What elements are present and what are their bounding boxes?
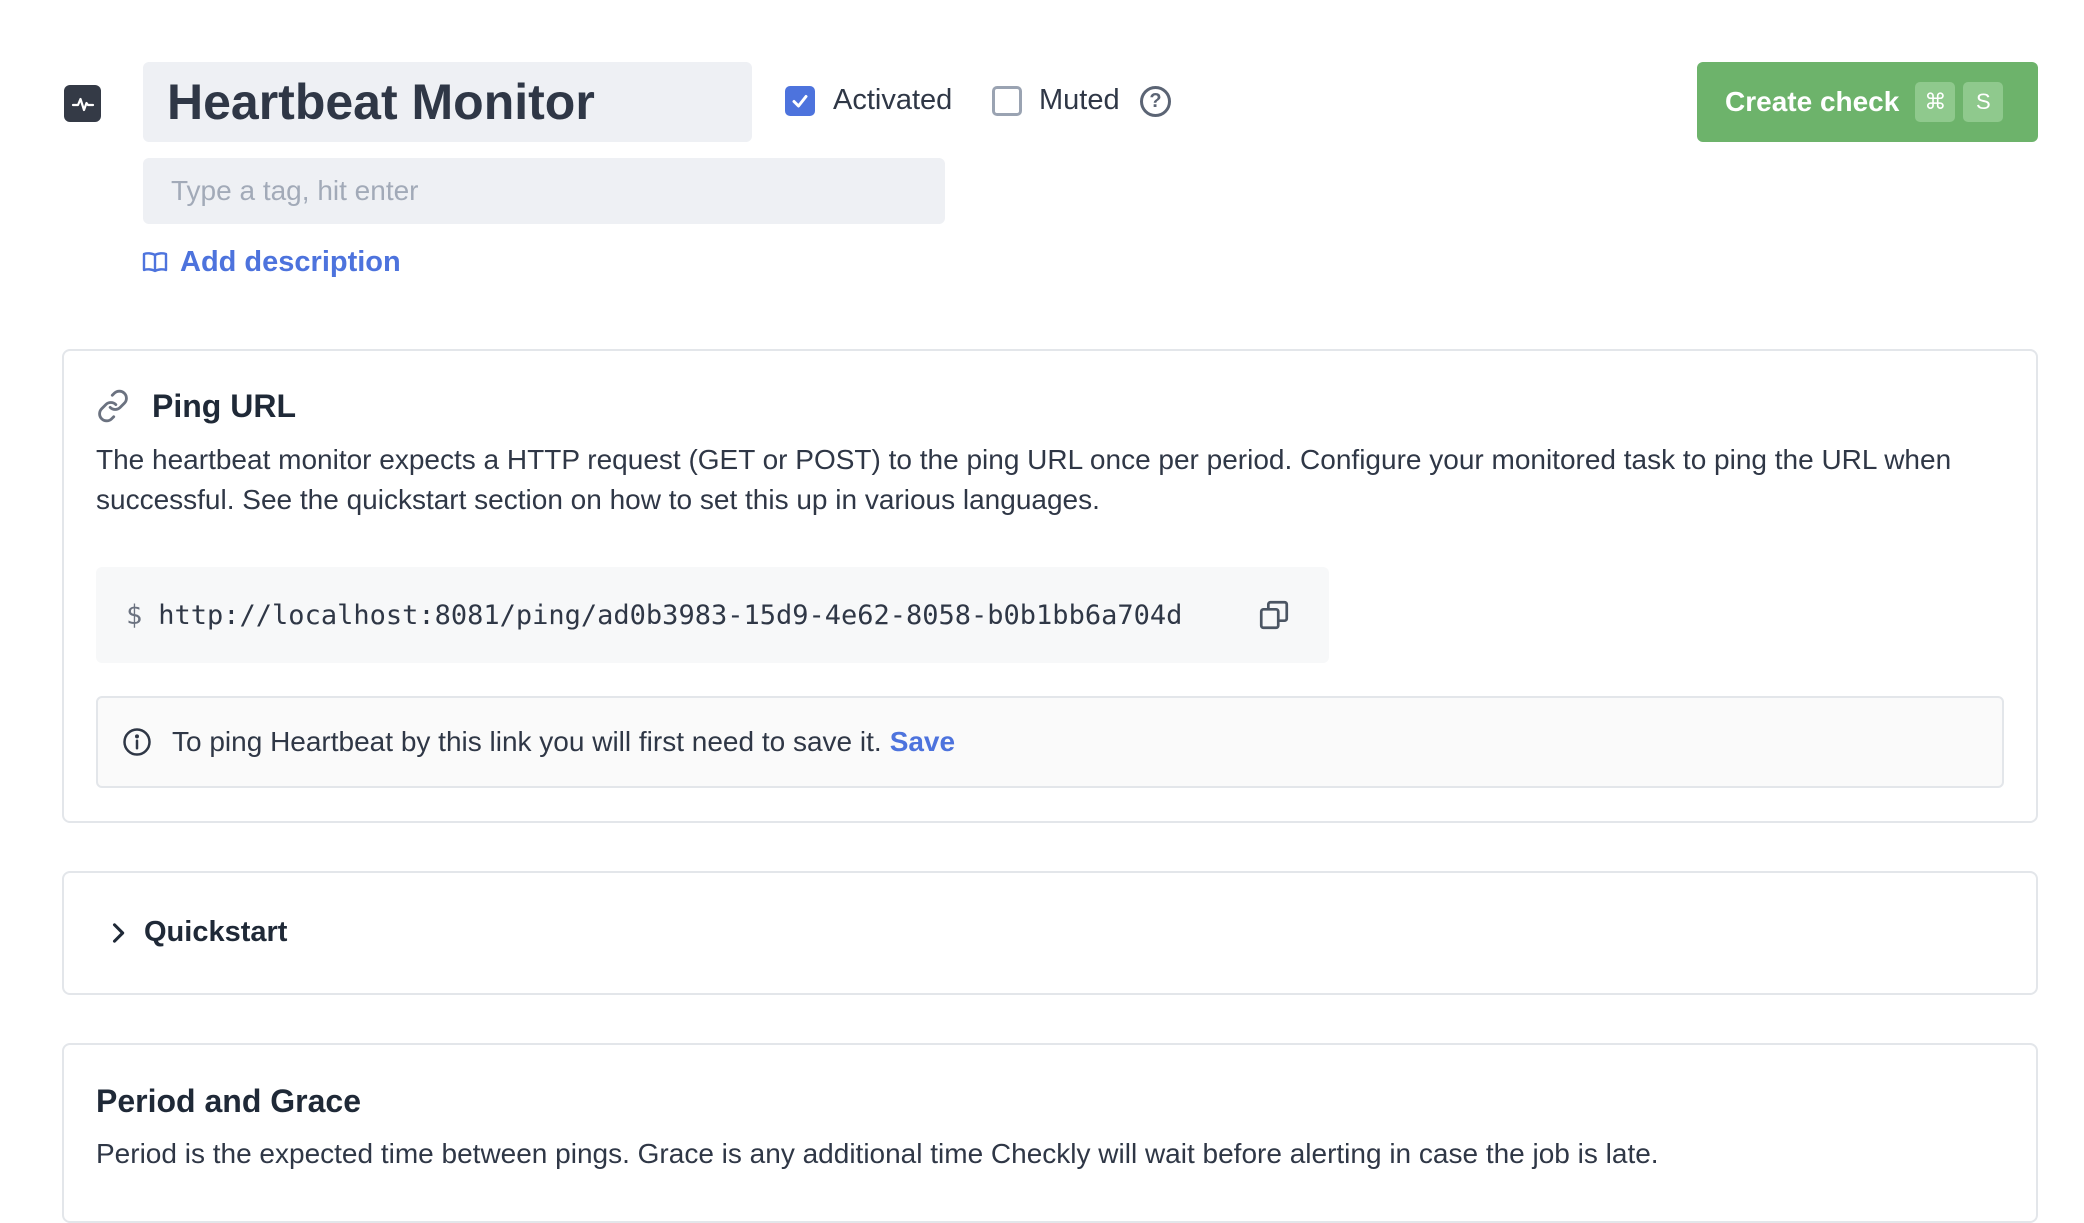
- shell-prompt: $: [126, 599, 143, 631]
- book-open-icon: [142, 252, 168, 273]
- create-check-label: Create check: [1725, 86, 1900, 117]
- add-description-label: Add description: [180, 245, 401, 278]
- check-name-text: Heartbeat Monitor: [167, 74, 595, 130]
- ping-url-title: Ping URL: [152, 388, 296, 424]
- period-grace-title: Period and Grace: [96, 1083, 361, 1119]
- ping-url-value[interactable]: http://localhost:8081/ping/ad0b3983-15d9…: [158, 600, 1182, 631]
- add-description-link[interactable]: Add description: [142, 244, 401, 280]
- check-name-field[interactable]: Heartbeat Monitor: [143, 62, 752, 142]
- create-check-button[interactable]: Create check ⌘ S: [1697, 62, 2038, 142]
- heartbeat-pulse-icon: [64, 85, 101, 122]
- copy-icon[interactable]: [1255, 596, 1293, 634]
- activated-label[interactable]: Activated: [833, 84, 952, 117]
- muted-checkbox[interactable]: [992, 86, 1022, 116]
- chevron-right-icon[interactable]: [104, 919, 132, 947]
- link-icon: [96, 389, 130, 423]
- tag-input[interactable]: [143, 158, 945, 224]
- muted-label[interactable]: Muted: [1039, 84, 1120, 117]
- ping-url-description: The heartbeat monitor expects a HTTP req…: [96, 444, 1952, 515]
- quickstart-title[interactable]: Quickstart: [144, 916, 287, 949]
- save-link[interactable]: Save: [890, 726, 955, 758]
- shortcut-cmd-key: ⌘: [1915, 82, 1956, 122]
- ping-url-box: $ http://localhost:8081/ping/ad0b3983-15…: [96, 567, 1329, 663]
- quickstart-card[interactable]: [62, 871, 2038, 995]
- activated-checkbox[interactable]: [785, 86, 815, 116]
- info-circle-icon: [123, 728, 151, 756]
- period-grace-description: Period is the expected time between ping…: [96, 1138, 1659, 1169]
- save-notice-text: To ping Heartbeat by this link you will …: [172, 726, 882, 757]
- save-notice: To ping Heartbeat by this link you will …: [96, 696, 2004, 788]
- question-circle-icon[interactable]: ?: [1140, 86, 1171, 117]
- period-grace-card: [62, 1043, 2038, 1223]
- shortcut-s-key: S: [1963, 82, 2004, 122]
- checkmark-icon: [792, 95, 808, 108]
